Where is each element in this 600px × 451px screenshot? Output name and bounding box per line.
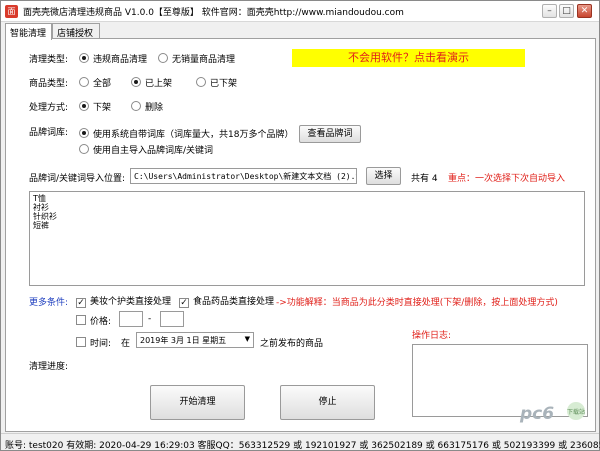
chevron-down-icon: ▼ [244, 335, 250, 343]
operation-log-label: 操作日志: [412, 331, 452, 341]
date-value: 2019年 3月 1日 星期五 [140, 336, 227, 345]
product-type-delisted-radio[interactable]: 已下架 [196, 76, 237, 89]
keyword-count: 共有 4 [411, 174, 438, 184]
smart-clean-panel: 不会用软件？点击看演示 清理类型: 违规商品清理 无销量商品清理 商品类型: 全… [5, 38, 596, 432]
radio-selected-icon [131, 77, 141, 87]
minimize-button[interactable]: – [542, 4, 557, 18]
product-type-label: 商品类型: [29, 79, 69, 89]
pc6-watermark: pc6 下载站 [519, 402, 585, 424]
keyword-line: 短裤 [33, 221, 49, 230]
keyword-line: 衬衫 [33, 203, 49, 212]
window-title: 面壳壳微店清理违规商品 V1.0.0【至尊版】 软件官网：面壳壳http://w… [23, 8, 404, 18]
radio-unselected-icon [79, 144, 89, 154]
checkbox-unchecked-icon [76, 337, 86, 347]
stop-button[interactable]: 停止 [280, 385, 375, 420]
title-bar: 面 面壳壳微店清理违规商品 V1.0.0【至尊版】 软件官网：面壳壳http:/… [1, 1, 599, 22]
radio-selected-icon [79, 101, 89, 111]
brand-lib-custom-radio[interactable]: 使用自主导入品牌词库/关键词 [79, 143, 213, 156]
radio-unselected-icon [131, 101, 141, 111]
app-logo-icon: 面 [5, 5, 18, 18]
radio-unselected-icon [196, 77, 206, 87]
watermark-sub-text: 下载站 [567, 408, 585, 416]
time-in-label: 在 [121, 339, 131, 349]
clean-type-violation-radio[interactable]: 违规商品清理 [79, 52, 147, 65]
status-bar: 账号: test020 有效期: 2020-04-29 16:29:03 客服Q… [1, 433, 600, 451]
price-checkbox[interactable]: 价格: [76, 314, 111, 327]
beauty-checkbox[interactable]: ✓ 美妆个护类直接处理 [76, 294, 171, 308]
demo-banner[interactable]: 不会用软件？点击看演示 [292, 49, 525, 67]
checkbox-checked-icon: ✓ [76, 298, 86, 308]
import-location-label: 品牌词/关键词导入位置: [29, 174, 126, 184]
date-picker[interactable]: 2019年 3月 1日 星期五 ▼ [136, 332, 254, 348]
close-button[interactable]: ✕ [577, 4, 592, 18]
status-text: 账号: test020 有效期: 2020-04-29 16:29:03 客服Q… [5, 441, 600, 451]
view-brand-words-button[interactable]: 查看品牌词 [299, 125, 361, 143]
food-checkbox[interactable]: ✓ 食品药品类直接处理 [179, 294, 274, 308]
action-delete-radio[interactable]: 删除 [131, 100, 163, 113]
keyword-line: T恤 [33, 194, 46, 203]
maximize-button[interactable]: □ [559, 4, 574, 18]
brand-lib-system-radio[interactable]: 使用系统自带词库（词库量大，共18万多个品牌） [79, 127, 293, 140]
watermark-logo-text: pc6 [519, 404, 554, 424]
radio-unselected-icon [158, 53, 168, 63]
keyword-textarea[interactable]: T恤 衬衫 针织衫 短裤 [29, 191, 585, 286]
radio-unselected-icon [79, 77, 89, 87]
select-file-button[interactable]: 选择 [366, 167, 401, 185]
product-type-all-radio[interactable]: 全部 [79, 76, 111, 89]
category-explanation: ->功能解释：当商品为此分类时直接处理(下架/删除，按上面处理方式) [276, 298, 558, 308]
import-path-input[interactable]: C:\Users\Administrator\Desktop\新建文本文档 (2… [130, 168, 357, 184]
tab-shop-auth[interactable]: 店铺授权 [52, 23, 100, 39]
price-min-input[interactable] [119, 311, 143, 327]
tab-smart-clean[interactable]: 智能清理 [5, 23, 52, 40]
time-suffix-label: 之前发布的商品 [260, 339, 324, 349]
price-separator: - [148, 314, 152, 324]
action-delist-radio[interactable]: 下架 [79, 100, 111, 113]
product-type-listed-radio[interactable]: 已上架 [131, 76, 172, 89]
clean-type-label: 清理类型: [29, 55, 69, 65]
start-clean-button[interactable]: 开始清理 [150, 385, 245, 420]
import-hint: 重点：一次选择下次自动导入 [448, 174, 566, 184]
action-label: 处理方式: [29, 103, 69, 113]
checkbox-checked-icon: ✓ [179, 298, 189, 308]
radio-selected-icon [79, 53, 89, 63]
checkbox-unchecked-icon [76, 315, 86, 325]
app-window: 面 面壳壳微店清理违规商品 V1.0.0【至尊版】 软件官网：面壳壳http:/… [0, 0, 600, 451]
progress-label: 清理进度: [29, 362, 69, 372]
clean-type-no-sales-radio[interactable]: 无销量商品清理 [158, 52, 235, 65]
brand-lib-label: 品牌词库: [29, 128, 69, 138]
more-conditions-label: 更多条件: [29, 298, 69, 308]
time-checkbox[interactable]: 时间: [76, 336, 111, 349]
radio-selected-icon [79, 128, 89, 138]
keyword-line: 针织衫 [33, 212, 57, 221]
price-max-input[interactable] [160, 311, 184, 327]
